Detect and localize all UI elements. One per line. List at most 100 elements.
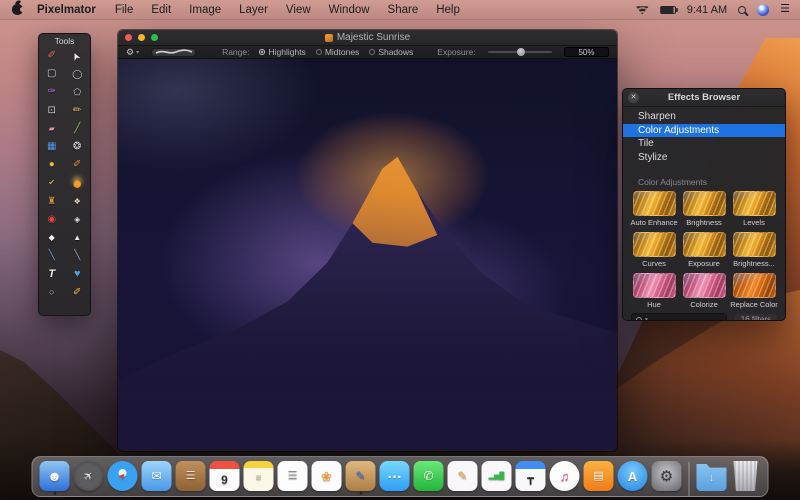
pages-icon[interactable]: ✎ (447, 461, 479, 495)
filter-brightness-truncated[interactable]: Brightness... (729, 232, 779, 268)
gradient-tool[interactable]: ❂ (65, 138, 91, 156)
itunes-icon[interactable]: ♫ (549, 461, 581, 495)
lasso-tool[interactable]: ⬠ (65, 83, 91, 101)
appstore-icon[interactable]: A (617, 461, 649, 495)
filter-replace-color[interactable]: Replace Color (729, 273, 779, 309)
brush-tool[interactable]: ✐ (65, 156, 91, 174)
rect-select-tool[interactable]: ▢ (39, 65, 65, 83)
filter-thumbnail (683, 191, 726, 216)
pencil-tool[interactable]: ✏ (65, 102, 91, 120)
running-indicator (87, 492, 90, 495)
category-tile[interactable]: Tile (623, 137, 785, 151)
menu-item[interactable]: Edit (151, 4, 171, 16)
safari-icon[interactable]: ➤ (107, 461, 139, 495)
effects-browser-header[interactable]: ✕ Effects Browser (623, 89, 785, 107)
menu-item[interactable]: Window (329, 4, 370, 16)
filter-levels[interactable]: Levels (729, 191, 779, 227)
menu-clock[interactable]: 9:41 AM (687, 4, 727, 16)
menu-item[interactable]: Image (189, 4, 221, 16)
notification-center-icon[interactable]: ☰ (780, 4, 790, 15)
calendar-icon[interactable]: 9 (209, 461, 241, 495)
ibooks-icon[interactable]: ▤ (583, 461, 615, 495)
filter-auto-enhance[interactable]: Auto Enhance (629, 191, 679, 227)
red-eye-tool[interactable]: ◉ (39, 211, 65, 229)
minimize-window-button[interactable] (138, 34, 145, 41)
category-stylize[interactable]: Stylize (623, 151, 785, 165)
type-tool[interactable]: T (39, 265, 65, 283)
paint-drop-tool[interactable]: ● (65, 174, 91, 192)
move-arrow-tool[interactable]: ➤ (65, 47, 91, 65)
dock-app-icon: ✎ (448, 461, 478, 491)
ellipse-select-tool[interactable]: ◯ (65, 65, 91, 83)
clone-stamp-tool[interactable]: ♜ (39, 193, 65, 211)
shape-tool[interactable]: ▦ (39, 138, 65, 156)
wifi-icon[interactable] (636, 5, 649, 15)
menu-item[interactable]: Layer (239, 4, 268, 16)
filter-colorize[interactable]: Colorize (679, 273, 729, 309)
fill-tool[interactable]: ● (39, 156, 65, 174)
app-menu[interactable]: Pixelmator (37, 4, 96, 16)
sharpen-crystal-tool[interactable]: ◈ (65, 211, 91, 229)
close-window-button[interactable] (125, 34, 132, 41)
image-canvas[interactable] (118, 59, 617, 450)
pixelmator-icon[interactable]: ✎ (345, 461, 377, 495)
effects-search-field[interactable]: ▾ (631, 313, 727, 321)
brush-preview[interactable] (151, 48, 196, 57)
numbers-icon[interactable]: ▂▅█ (481, 461, 513, 495)
category-color-adjustments[interactable]: Color Adjustments (623, 124, 785, 138)
dodge-tool[interactable]: ╲ (39, 247, 65, 265)
blur-tool[interactable]: ◆ (39, 229, 65, 247)
heal-tool[interactable]: ❖ (65, 193, 91, 211)
menu-item[interactable]: Share (388, 4, 419, 16)
line-tool[interactable]: ╱ (65, 120, 91, 138)
range-midtones[interactable]: Midtones (316, 47, 360, 57)
contacts-icon[interactable]: ☰ (175, 461, 207, 495)
sysprefs-icon[interactable]: ⚙ (651, 461, 683, 495)
eraser-tool[interactable]: ▰ (39, 120, 65, 138)
paint-pen-tool[interactable]: ✑ (39, 83, 65, 101)
menu-item[interactable]: View (286, 4, 311, 16)
photos-icon[interactable]: ❀ (311, 461, 343, 495)
exposure-slider-knob[interactable] (517, 48, 525, 56)
window-titlebar[interactable]: Majestic Sunrise (118, 30, 617, 45)
filter-exposure[interactable]: Exposure (679, 232, 729, 268)
exposure-value-field[interactable]: 50% (564, 47, 609, 57)
crop-tool[interactable]: ⊡ (39, 102, 65, 120)
smudge-tool[interactable]: ✔ (39, 174, 65, 192)
close-icon[interactable]: ✕ (628, 92, 639, 103)
messages-icon[interactable]: … (379, 461, 411, 495)
burn-tool[interactable]: ╲ (65, 247, 91, 265)
reminders-icon[interactable]: ☰ (277, 461, 309, 495)
filter-hue[interactable]: Hue (629, 273, 679, 309)
menu-item[interactable]: File (115, 4, 134, 16)
exposure-slider[interactable] (488, 51, 552, 54)
zoom-window-button[interactable] (151, 34, 158, 41)
running-indicator (155, 492, 158, 495)
arrange-tool[interactable]: ✐ (39, 47, 65, 65)
facetime-icon[interactable]: ✆ (413, 461, 445, 495)
zoom-tool[interactable]: ○ (39, 283, 65, 301)
trash-icon[interactable] (730, 461, 762, 495)
slice-tool[interactable]: ✐ (65, 283, 91, 301)
keynote-icon[interactable]: ┳ (515, 461, 547, 495)
notes-icon[interactable]: ≡ (243, 461, 275, 495)
dock-app-icon: ▤ (584, 461, 614, 491)
finder-icon[interactable]: ☻ (39, 461, 71, 495)
range-shadows[interactable]: Shadows (369, 47, 413, 57)
filter-count-badge: 16 filters (735, 314, 777, 321)
tool-options-button[interactable]: ⚙▾ (126, 47, 139, 58)
sharpen-tool[interactable]: ▲ (65, 229, 91, 247)
mail-icon[interactable]: ✉ (141, 461, 173, 495)
filter-curves[interactable]: Curves (629, 232, 679, 268)
siri-icon[interactable] (757, 4, 769, 16)
filter-brightness[interactable]: Brightness (679, 191, 729, 227)
custom-shape-tool[interactable]: ♥ (65, 265, 91, 283)
menu-item[interactable]: Help (436, 4, 460, 16)
spotlight-search-icon[interactable] (738, 6, 746, 14)
category-sharpen[interactable]: Sharpen (623, 110, 785, 124)
range-highlights[interactable]: Highlights (259, 47, 305, 57)
launchpad-icon[interactable]: ✈ (73, 461, 105, 495)
dock-app-icon: A (618, 461, 648, 491)
downloads-folder-icon[interactable]: ↓ (696, 461, 728, 495)
apple-menu-icon[interactable] (12, 4, 23, 15)
